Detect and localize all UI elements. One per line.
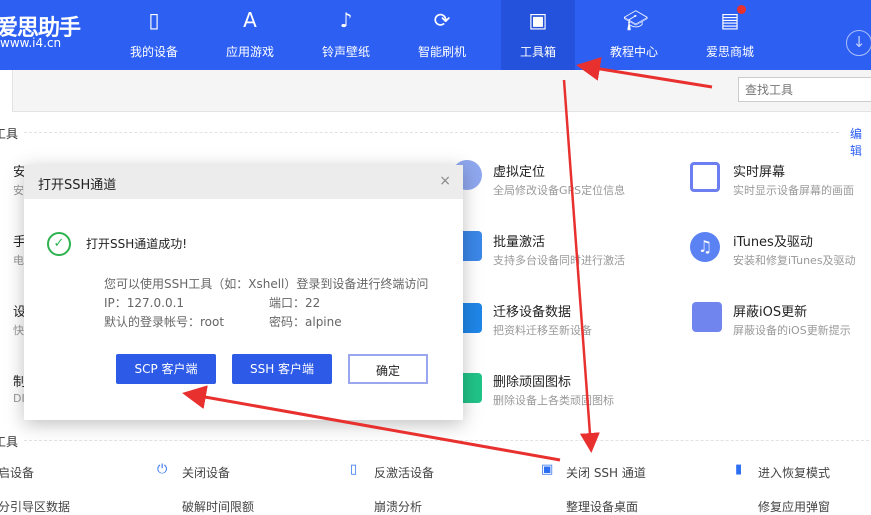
arrow-to-toolbox (576, 57, 713, 89)
annotation-arrows (182, 57, 713, 462)
arrow-to-close-ssh (562, 79, 600, 453)
arrow-to-scp (182, 385, 561, 462)
